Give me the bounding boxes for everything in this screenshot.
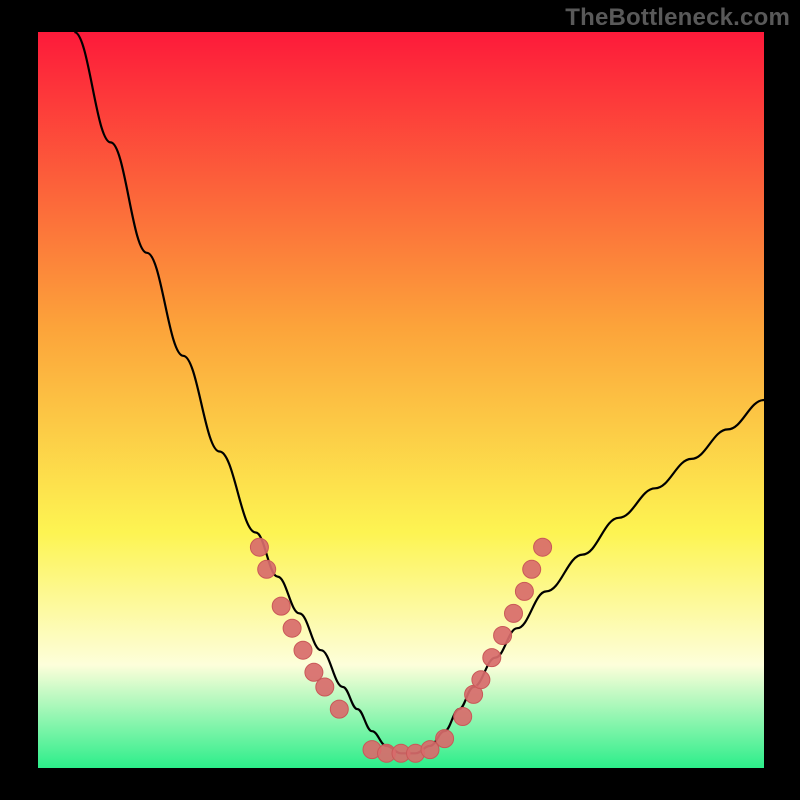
data-marker bbox=[305, 663, 323, 681]
gradient-background bbox=[38, 32, 764, 768]
chart-frame: TheBottleneck.com bbox=[0, 0, 800, 800]
data-marker bbox=[272, 597, 290, 615]
data-marker bbox=[515, 582, 533, 600]
data-marker bbox=[523, 560, 541, 578]
plot-area bbox=[38, 32, 764, 768]
watermark-text: TheBottleneck.com bbox=[565, 4, 790, 32]
data-marker bbox=[534, 538, 552, 556]
data-marker bbox=[316, 678, 334, 696]
data-marker bbox=[421, 741, 439, 759]
data-marker bbox=[258, 560, 276, 578]
bottleneck-chart bbox=[38, 32, 764, 768]
data-marker bbox=[330, 700, 348, 718]
data-marker bbox=[250, 538, 268, 556]
data-marker bbox=[494, 627, 512, 645]
data-marker bbox=[505, 604, 523, 622]
data-marker bbox=[472, 671, 490, 689]
data-marker bbox=[483, 649, 501, 667]
data-marker bbox=[283, 619, 301, 637]
data-marker bbox=[454, 708, 472, 726]
data-marker bbox=[436, 730, 454, 748]
data-marker bbox=[294, 641, 312, 659]
